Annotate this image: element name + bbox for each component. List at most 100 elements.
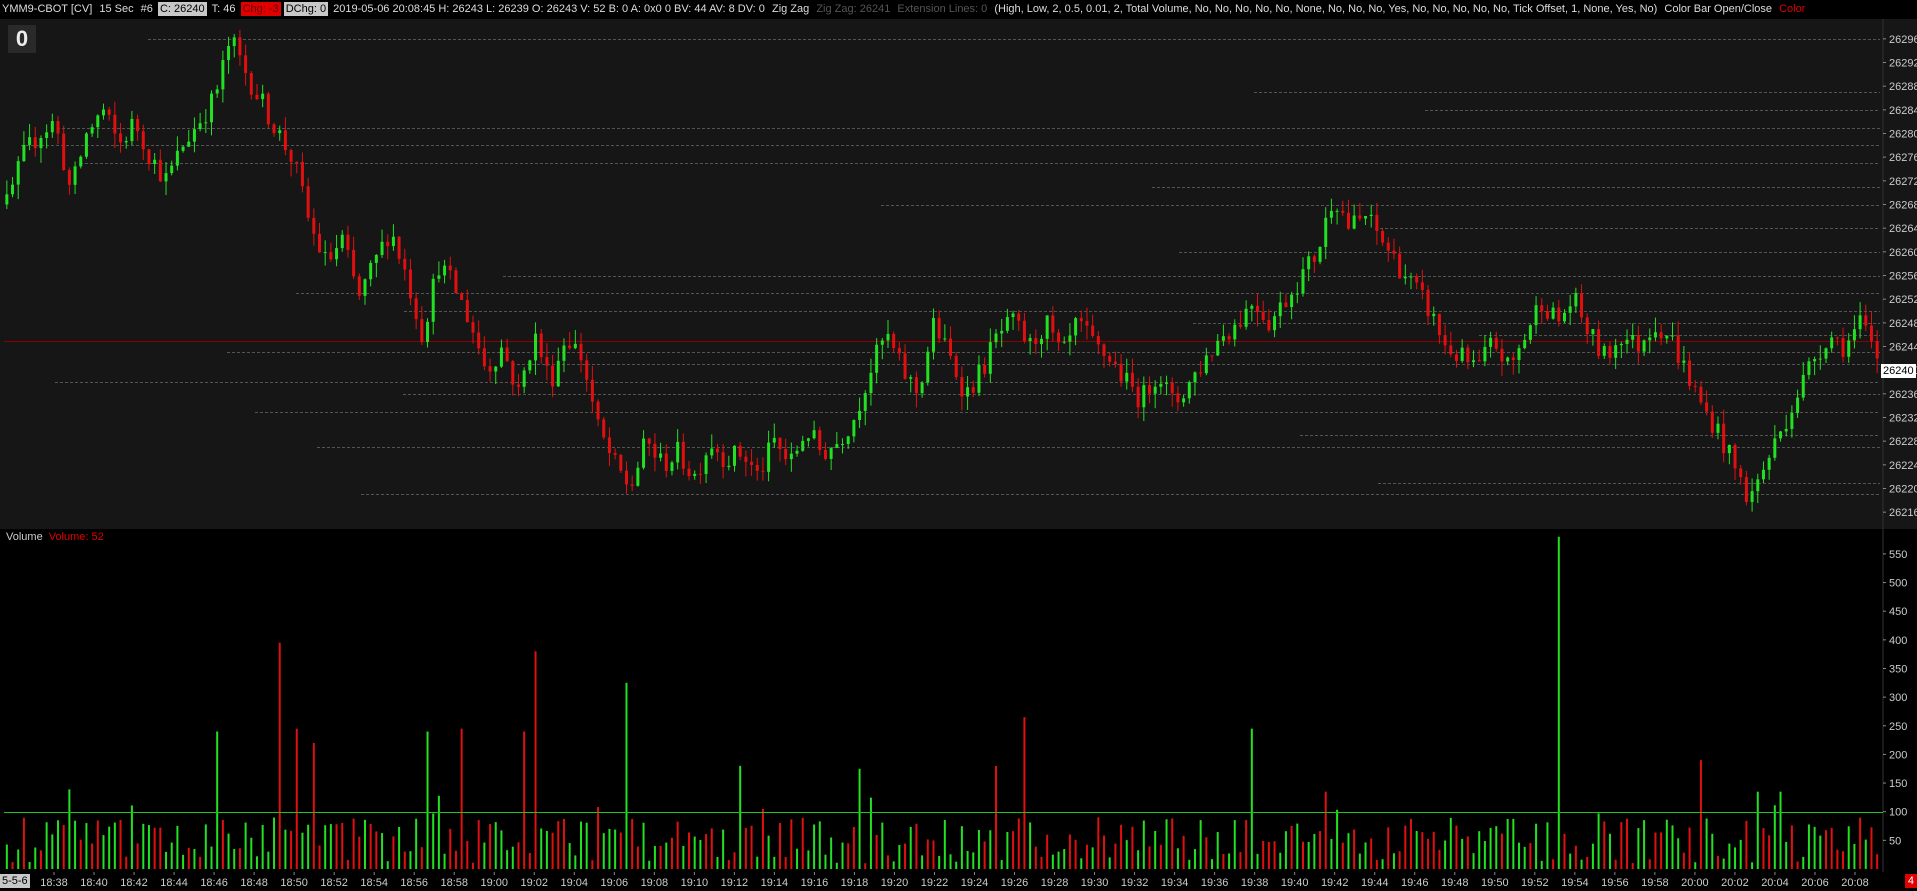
candle-down (1608, 346, 1612, 358)
volume-bar-down (1301, 841, 1304, 869)
volume-bar-down (1404, 825, 1407, 869)
volume-bar-down (1040, 856, 1043, 869)
candle-up (1324, 217, 1328, 247)
candle-down (750, 461, 754, 465)
time-axis-label: 19:02 (521, 877, 549, 889)
candle-down (408, 269, 412, 299)
candle-up (380, 241, 384, 255)
volume-bar-down (534, 651, 537, 869)
candle-up (676, 441, 680, 463)
volume-study-label[interactable]: Volume Volume: 52 (6, 531, 104, 543)
candle-up (1568, 306, 1572, 313)
price-chart[interactable]: 26296 26292 26288 26284 26280 26276 26272 26268… (0, 19, 1917, 529)
volume-bar-up (1057, 851, 1060, 869)
volume-bar-down (904, 843, 907, 869)
time-axis-label: 19:24 (961, 877, 989, 889)
candle-up (374, 254, 378, 263)
price-pane[interactable]: 26296 26292 26288 26284 26280 26276 26272 26268… (0, 19, 1917, 529)
candle-down (602, 419, 606, 438)
volume-bar-down (1222, 853, 1225, 869)
candle-down (1136, 386, 1140, 408)
volume-bar-down (1148, 846, 1151, 869)
time-axis-label: 19:48 (1441, 877, 1469, 889)
volume-bar-up (244, 822, 247, 869)
volume-bar-down (852, 827, 855, 869)
candle-down (1284, 302, 1288, 308)
volume-pane[interactable]: 550 500 450 400 350 300 250 200 150 100 50 (0, 529, 1917, 872)
symbol-label[interactable]: YMM9-CBOT [CV] (0, 0, 94, 19)
volume-bar-up (693, 836, 696, 869)
volume-bar-up (1671, 825, 1674, 869)
volume-bar-up (1000, 860, 1003, 869)
time-axis[interactable]: 18:38 18:40 18:42 18:44 18:46 18:48 18:50 18:52… (0, 872, 1917, 891)
candle-up (835, 444, 839, 449)
candle-up (636, 467, 640, 486)
candle-down (744, 456, 748, 462)
candle-down (1580, 293, 1584, 318)
price-axis-label: 26276 (1889, 152, 1917, 164)
candle-up (22, 144, 26, 162)
volume-value: Volume: 52 (48, 531, 104, 543)
candle-down (1022, 320, 1026, 342)
volume-bar-down (1842, 851, 1845, 869)
volume-bar-down (1427, 838, 1430, 869)
candle-down (1119, 363, 1123, 382)
candle-down (715, 448, 719, 453)
chart-region-badge[interactable]: 0 (8, 25, 36, 53)
volume-axis-label: 400 (1889, 635, 1907, 647)
study-zigzag-name[interactable]: Zig Zag (770, 0, 811, 19)
volume-bar-up (381, 833, 384, 869)
candle-down (329, 252, 333, 260)
candle-up (170, 165, 174, 174)
volume-bar-up (989, 830, 992, 869)
study-color-value: Color (1779, 3, 1806, 15)
candle-up (1125, 372, 1129, 382)
interval-label[interactable]: 15 Sec (97, 0, 135, 19)
candle-up (1278, 302, 1282, 317)
candle-down (1017, 313, 1021, 321)
candle-down (971, 387, 975, 393)
volume-axis-label: 50 (1889, 835, 1901, 847)
volume-chart[interactable]: 550 500 450 400 350 300 250 200 150 100 50 (0, 529, 1917, 872)
candle-down (590, 379, 594, 402)
candle-up (499, 347, 503, 367)
candle-up (198, 123, 202, 130)
candle-down (1494, 337, 1498, 349)
volume-bar-down (1603, 821, 1606, 869)
candle-down (312, 217, 316, 234)
volume-bar-down (676, 821, 679, 869)
volume-bar-up (909, 826, 912, 869)
price-axis-label: 26260 (1889, 247, 1917, 259)
study-color-bar[interactable]: Color Bar Open/Close (1662, 0, 1774, 19)
volume-bar-up (398, 826, 401, 869)
candle-up (1233, 324, 1237, 340)
price-axis-label: 26216 (1889, 507, 1917, 519)
candle-down (892, 333, 896, 349)
candle-up (1824, 348, 1828, 359)
candle-down (1875, 341, 1879, 359)
candle-up (1329, 210, 1333, 218)
volume-bar-up (108, 826, 111, 869)
volume-bar-up (1813, 826, 1816, 869)
candle-up (858, 410, 862, 421)
candle-up (1619, 343, 1623, 346)
volume-bar-down (1074, 840, 1077, 869)
volume-bar-up (1125, 840, 1128, 869)
time-axis-label: 18:54 (360, 877, 388, 889)
volume-bar-down (312, 742, 315, 869)
candle-up (943, 338, 947, 340)
candle-down (1557, 307, 1561, 322)
candle-down (1227, 336, 1231, 340)
volume-bar-up (102, 835, 105, 869)
volume-bar-up (1756, 791, 1759, 869)
candle-down (158, 159, 162, 182)
volume-bar-down (39, 850, 42, 869)
candle-up (1818, 358, 1822, 360)
volume-bar-up (653, 846, 656, 869)
volume-bar-up (1779, 791, 1782, 869)
volume-bar-down (1370, 838, 1373, 869)
candle-up (1273, 316, 1277, 331)
time-axis-label: 18:38 (40, 877, 68, 889)
volume-bar-down (847, 843, 850, 869)
study-extension-lines[interactable]: Extension Lines: 0 (895, 0, 989, 19)
